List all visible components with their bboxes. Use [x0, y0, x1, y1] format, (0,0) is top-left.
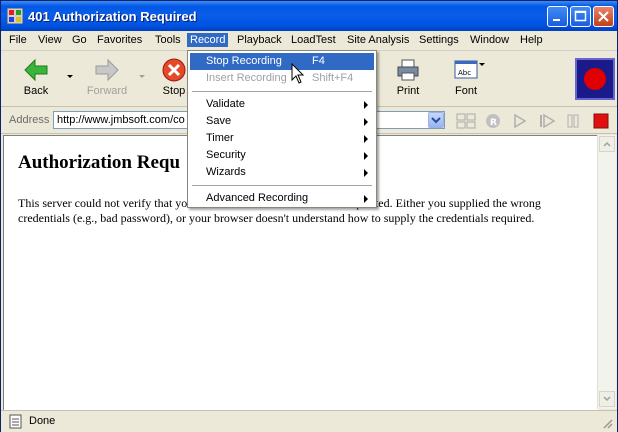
- svg-text:Abc: Abc: [458, 69, 471, 77]
- grid-icon[interactable]: [456, 113, 476, 129]
- page-icon: [9, 414, 22, 429]
- insert-recording-shortcut: Shift+F4: [312, 72, 354, 84]
- address-dropdown-button[interactable]: [428, 112, 444, 128]
- font-dropdown-icon[interactable]: [479, 63, 485, 66]
- save-label: Save: [206, 115, 232, 127]
- timer-label: Timer: [206, 132, 234, 144]
- menu-item-validate[interactable]: Validate: [190, 96, 374, 113]
- menu-item-wizards[interactable]: Wizards: [190, 164, 374, 181]
- svg-text:R: R: [490, 118, 497, 128]
- font-label: Font: [454, 85, 477, 97]
- maximize-icon: [574, 10, 587, 22]
- stop-recording-label: Stop Recording: [206, 55, 282, 67]
- advanced-recording-label: Advanced Recording: [206, 192, 309, 204]
- menu-window[interactable]: Window: [467, 33, 512, 47]
- validate-label: Validate: [206, 98, 245, 110]
- font-button[interactable]: Abc Font: [444, 51, 488, 106]
- browser-window: 401 Authorization Required File View Go …: [0, 0, 618, 432]
- menu-playback[interactable]: Playback: [234, 33, 285, 47]
- menu-item-stop-recording[interactable]: Stop Recording F4: [190, 53, 374, 70]
- resize-grip-icon[interactable]: [601, 417, 613, 429]
- address-label: Address: [9, 114, 50, 126]
- submenu-arrow-icon: [364, 169, 368, 177]
- menu-item-security[interactable]: Security: [190, 147, 374, 164]
- menu-favorites[interactable]: Favorites: [94, 33, 145, 47]
- insert-recording-label: Insert Recording: [206, 72, 287, 84]
- menu-tools[interactable]: Tools: [152, 33, 184, 47]
- submenu-arrow-icon: [364, 118, 368, 126]
- menu-item-timer[interactable]: Timer: [190, 130, 374, 147]
- menu-loadtest[interactable]: LoadTest: [288, 33, 339, 47]
- menu-bar: File View Go Favorites Tools Record Play…: [1, 31, 617, 51]
- brand-logo: [575, 58, 615, 100]
- window-title: 401 Authorization Required: [28, 9, 197, 24]
- paragraph-part1: This server could not verify that yo: [18, 196, 188, 210]
- printer-icon: [397, 59, 419, 81]
- menu-view[interactable]: View: [35, 33, 65, 47]
- security-label: Security: [206, 149, 246, 161]
- back-arrow-icon: [24, 58, 48, 82]
- submenu-arrow-icon: [364, 135, 368, 143]
- step-icon[interactable]: [538, 113, 556, 129]
- title-bar[interactable]: 401 Authorization Required: [1, 1, 617, 31]
- app-icon: [7, 8, 23, 24]
- close-button[interactable]: [593, 6, 614, 27]
- menu-settings[interactable]: Settings: [416, 33, 462, 47]
- paragraph-line2: credentials (e.g., bad password), or you…: [18, 211, 535, 225]
- forward-button[interactable]: Forward: [79, 51, 135, 106]
- play-icon[interactable]: [513, 113, 527, 129]
- forward-arrow-icon: [95, 58, 119, 82]
- back-label: Back: [23, 85, 49, 97]
- chevron-down-icon: [603, 396, 611, 402]
- print-label: Print: [396, 85, 420, 97]
- menu-item-save[interactable]: Save: [190, 113, 374, 130]
- menu-file[interactable]: File: [6, 33, 30, 47]
- submenu-arrow-icon: [364, 101, 368, 109]
- menu-item-insert-recording[interactable]: Insert Recording Shift+F4: [190, 70, 374, 87]
- menu-separator: [192, 185, 372, 186]
- scroll-up-button[interactable]: [599, 136, 615, 152]
- submenu-arrow-icon: [364, 195, 368, 203]
- submenu-arrow-icon: [364, 152, 368, 160]
- menu-item-advanced-recording[interactable]: Advanced Recording: [190, 190, 374, 207]
- stop-recording-shortcut: F4: [312, 55, 325, 67]
- back-dropdown-icon[interactable]: [67, 75, 73, 78]
- chevron-down-icon: [431, 117, 441, 124]
- menu-help[interactable]: Help: [517, 33, 546, 47]
- minimize-icon: [553, 19, 560, 21]
- menu-record[interactable]: Record: [187, 33, 229, 47]
- scroll-down-button[interactable]: [599, 391, 615, 407]
- pause-icon[interactable]: [565, 113, 581, 129]
- forward-dropdown-icon[interactable]: [139, 75, 145, 78]
- record-r-icon[interactable]: R: [485, 113, 501, 129]
- chevron-up-icon: [603, 141, 611, 147]
- status-bar: Done: [1, 410, 617, 432]
- font-icon: Abc: [454, 60, 478, 79]
- stop-icon: [162, 58, 186, 82]
- record-indicator-icon: [584, 68, 606, 90]
- minimize-button[interactable]: [547, 6, 568, 27]
- menu-go[interactable]: Go: [69, 33, 90, 47]
- menu-site-analysis[interactable]: Site Analysis: [344, 33, 412, 47]
- print-button[interactable]: Print: [386, 51, 430, 106]
- close-icon: [598, 11, 609, 22]
- wizards-label: Wizards: [206, 166, 246, 178]
- menu-separator: [192, 91, 372, 92]
- back-button[interactable]: Back: [9, 51, 63, 106]
- stop-record-icon[interactable]: [593, 113, 609, 129]
- maximize-button[interactable]: [570, 6, 591, 27]
- status-text: Done: [29, 415, 56, 427]
- mouse-cursor-icon: [291, 63, 305, 84]
- vertical-scrollbar[interactable]: [597, 135, 616, 409]
- record-menu: Stop Recording F4 Insert Recording Shift…: [187, 50, 377, 208]
- page-heading: Authorization Requ: [18, 152, 181, 173]
- forward-label: Forward: [86, 85, 128, 97]
